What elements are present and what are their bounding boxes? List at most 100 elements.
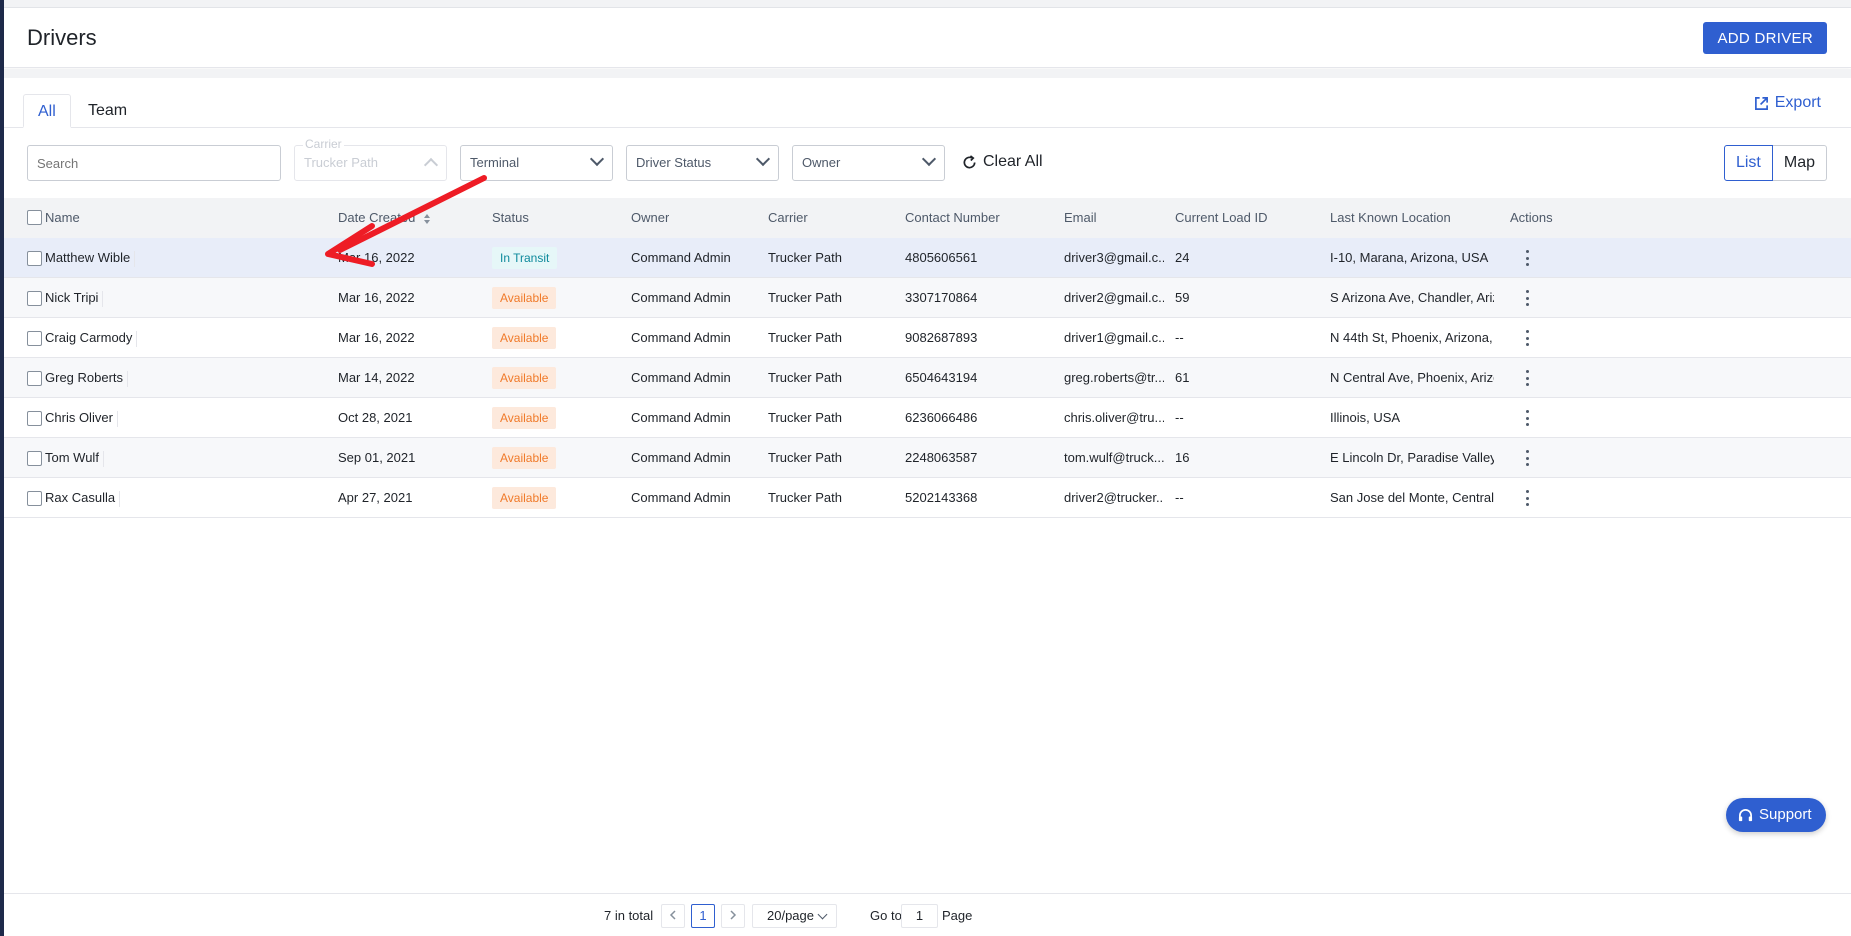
load-id-cell: 24 <box>1175 250 1190 265</box>
carrier-cell: Trucker Path <box>768 490 842 505</box>
email-cell: tom.wulf@truck... <box>1064 450 1164 465</box>
table-header: Name Date Created Status Owner Carrier C… <box>4 198 1851 238</box>
contact-number: 3307170864 <box>905 290 978 305</box>
column-header-date-created[interactable]: Date Created <box>338 198 431 238</box>
prev-page-button[interactable] <box>661 904 685 928</box>
driver-status-select[interactable]: Driver Status <box>626 145 779 181</box>
date-created: Sep 01, 2021 <box>338 450 416 465</box>
table-row[interactable]: Nick Tripi Mar 16, 2022 Available Command A… <box>4 278 1851 318</box>
date-created: Mar 16, 2022 <box>338 290 415 305</box>
email-cell: driver2@gmail.c... <box>1064 290 1164 305</box>
drivers-table: Name Date Created Status Owner Carrier C… <box>4 198 1851 518</box>
list-view-button[interactable]: List <box>1723 145 1773 181</box>
driver-name[interactable]: Matthew Wible <box>45 238 136 278</box>
more-actions-icon[interactable] <box>1526 410 1530 426</box>
carrier-cell: Trucker Path <box>768 290 842 305</box>
row-checkbox[interactable] <box>27 291 42 306</box>
driver-name[interactable]: Nick Tripi <box>45 278 104 318</box>
email-cell: driver1@gmail.c... <box>1064 330 1164 345</box>
terminal-select[interactable]: Terminal <box>460 145 613 181</box>
tab-all[interactable]: All <box>23 94 71 128</box>
more-actions-icon[interactable] <box>1526 450 1530 466</box>
contact-number: 9082687893 <box>905 330 978 345</box>
goto-page-input[interactable]: 1 <box>901 904 938 928</box>
carrier-value: Trucker Path <box>304 155 378 170</box>
chevron-down-icon <box>817 909 828 920</box>
row-checkbox[interactable] <box>27 411 42 426</box>
location-cell: E Lincoln Dr, Paradise Valley, Ariz <box>1330 450 1494 465</box>
table-row[interactable]: Craig Carmody Mar 16, 2022 Available Comman… <box>4 318 1851 358</box>
row-checkbox[interactable] <box>27 371 42 386</box>
column-header-email: Email <box>1064 210 1097 225</box>
row-checkbox[interactable] <box>27 451 42 466</box>
column-header-date-label: Date Created <box>338 210 416 225</box>
carrier-cell: Trucker Path <box>768 410 842 425</box>
export-button[interactable]: Export <box>1754 94 1821 112</box>
row-checkbox[interactable] <box>27 331 42 346</box>
email-cell: greg.roberts@tr... <box>1064 370 1164 385</box>
load-id-cell: -- <box>1175 490 1184 505</box>
driver-name[interactable]: Tom Wulf <box>45 438 104 478</box>
support-button[interactable]: Support <box>1726 798 1826 832</box>
more-actions-icon[interactable] <box>1526 490 1530 506</box>
status-badge: Available <box>492 327 557 349</box>
column-header-location: Last Known Location <box>1330 210 1451 225</box>
view-toggle: List Map <box>1723 145 1827 181</box>
more-actions-icon[interactable] <box>1526 370 1530 386</box>
date-created: Mar 16, 2022 <box>338 250 415 265</box>
table-body: Matthew Wible Mar 16, 2022 In Transit Comma… <box>4 238 1851 518</box>
column-header-carrier: Carrier <box>768 210 808 225</box>
location-cell: I-10, Marana, Arizona, USA <box>1330 250 1489 265</box>
driver-name[interactable]: Craig Carmody <box>45 318 138 358</box>
carrier-select[interactable]: Carrier Trucker Path <box>294 137 447 181</box>
chevron-up-icon <box>423 157 439 173</box>
row-checkbox[interactable] <box>27 491 42 506</box>
page-size-select[interactable]: 20/page <box>752 904 837 928</box>
more-actions-icon[interactable] <box>1526 290 1530 306</box>
column-header-actions: Actions <box>1510 210 1553 225</box>
driver-status-placeholder: Driver Status <box>636 155 712 170</box>
location-cell: N Central Ave, Phoenix, Arizona, <box>1330 370 1494 385</box>
carrier-cell: Trucker Path <box>768 330 842 345</box>
contact-number: 5202143368 <box>905 490 978 505</box>
total-count: 7 in total <box>604 908 654 923</box>
contact-number: 6236066486 <box>905 410 978 425</box>
add-driver-button[interactable]: ADD DRIVER <box>1703 22 1827 54</box>
row-checkbox[interactable] <box>27 251 42 266</box>
clear-all-button[interactable]: Clear All <box>962 153 1043 171</box>
owner-cell: Command Admin <box>631 410 731 425</box>
status-cell: Available <box>492 358 557 398</box>
owner-cell: Command Admin <box>631 330 731 345</box>
search-input[interactable] <box>27 145 281 181</box>
terminal-placeholder: Terminal <box>470 155 520 170</box>
table-row[interactable]: Chris Oliver Oct 28, 2021 Available Command… <box>4 398 1851 438</box>
table-row[interactable]: Rax Casulla Apr 27, 2021 Available Command … <box>4 478 1851 518</box>
status-badge: Available <box>492 367 557 389</box>
date-created: Mar 14, 2022 <box>338 370 415 385</box>
filter-bar: Carrier Trucker Path Terminal Driver Sta… <box>4 128 1851 198</box>
table-row[interactable]: Tom Wulf Sep 01, 2021 Available Command Adm… <box>4 438 1851 478</box>
driver-name[interactable]: Rax Casulla <box>45 478 121 518</box>
tab-bar: All Team Export <box>4 78 1851 128</box>
driver-name[interactable]: Greg Roberts <box>45 358 129 398</box>
column-header-load-id: Current Load ID <box>1175 210 1268 225</box>
column-header-status: Status <box>492 210 529 225</box>
load-id-cell: -- <box>1175 330 1184 345</box>
owner-cell: Command Admin <box>631 290 731 305</box>
tab-team[interactable]: Team <box>74 94 141 128</box>
next-page-button[interactable] <box>721 904 745 928</box>
more-actions-icon[interactable] <box>1526 330 1530 346</box>
page-1-button[interactable]: 1 <box>691 904 715 928</box>
owner-cell: Command Admin <box>631 450 731 465</box>
status-cell: Available <box>492 318 557 358</box>
owner-select[interactable]: Owner <box>792 145 945 181</box>
table-row[interactable]: Greg Roberts Mar 14, 2022 Available Command… <box>4 358 1851 398</box>
table-row[interactable]: Matthew Wible Mar 16, 2022 In Transit Comma… <box>4 238 1851 278</box>
column-header-owner: Owner <box>631 210 670 225</box>
more-actions-icon[interactable] <box>1526 250 1530 266</box>
status-cell: Available <box>492 478 557 518</box>
map-view-button[interactable]: Map <box>1772 145 1827 181</box>
driver-name[interactable]: Chris Oliver <box>45 398 118 438</box>
select-all-checkbox[interactable] <box>27 210 42 225</box>
load-id-cell: 61 <box>1175 370 1190 385</box>
